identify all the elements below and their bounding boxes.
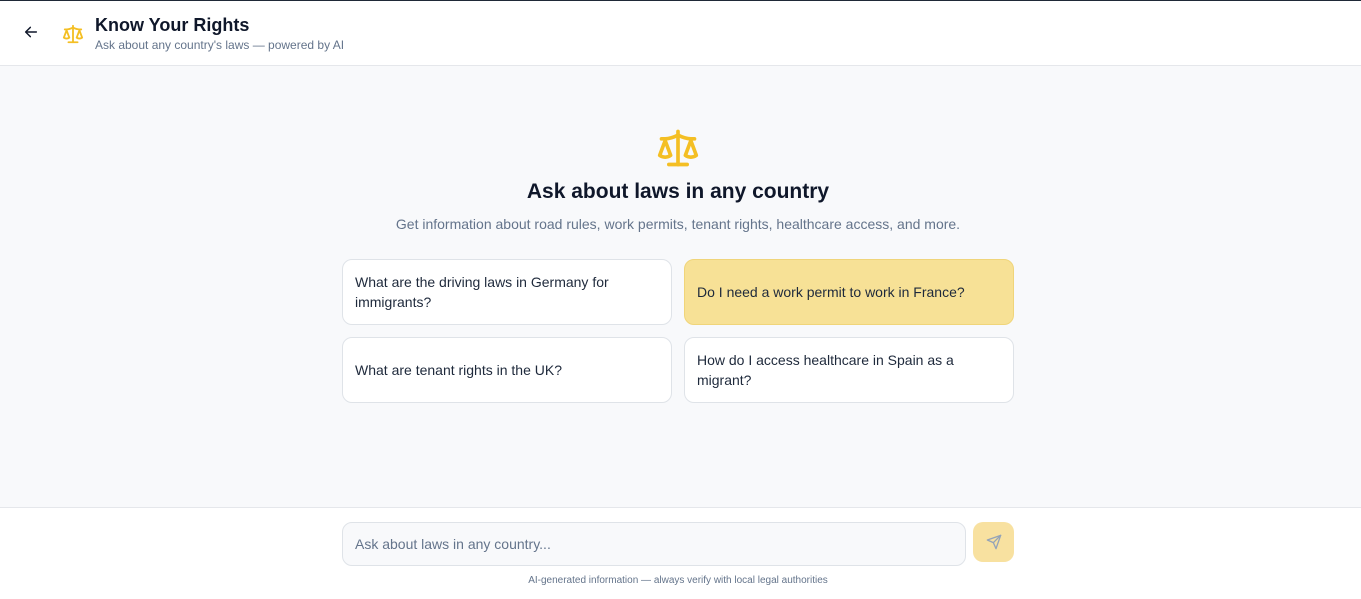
send-button[interactable] — [973, 522, 1014, 562]
suggestion-card[interactable]: Do I need a work permit to work in Franc… — [684, 259, 1014, 325]
app-header: Know Your Rights Ask about any country's… — [0, 1, 1361, 66]
suggestion-label: How do I access healthcare in Spain as a… — [697, 352, 954, 388]
message-input[interactable] — [342, 522, 966, 566]
suggestion-card[interactable]: What are the driving laws in Germany for… — [342, 259, 672, 325]
suggestion-label: What are the driving laws in Germany for… — [355, 274, 609, 310]
ai-disclaimer: AI-generated information — always verify… — [528, 575, 828, 586]
app-subtitle: Ask about any country's laws — powered b… — [95, 38, 345, 52]
suggestion-card[interactable]: What are tenant rights in the UK? — [342, 337, 672, 403]
app-title: Know Your Rights — [95, 15, 250, 35]
scales-icon — [62, 24, 84, 44]
suggestion-grid: What are the driving laws in Germany for… — [342, 259, 1014, 403]
scales-icon — [657, 129, 699, 167]
back-button[interactable] — [20, 21, 42, 43]
empty-state-description: Get information about road rules, work p… — [395, 216, 961, 232]
suggestion-label: Do I need a work permit to work in Franc… — [697, 284, 965, 300]
suggestion-label: What are tenant rights in the UK? — [355, 362, 562, 378]
chat-composer: AI-generated information — always verify… — [0, 509, 1361, 599]
empty-state-title: Ask about laws in any country — [526, 180, 830, 203]
chat-empty-state: Ask about laws in any country Get inform… — [0, 66, 1361, 508]
suggestion-card[interactable]: How do I access healthcare in Spain as a… — [684, 337, 1014, 403]
app-window: Know Your Rights Ask about any country's… — [0, 0, 1361, 599]
arrow-left-icon — [24, 26, 38, 38]
send-icon — [986, 534, 1001, 550]
